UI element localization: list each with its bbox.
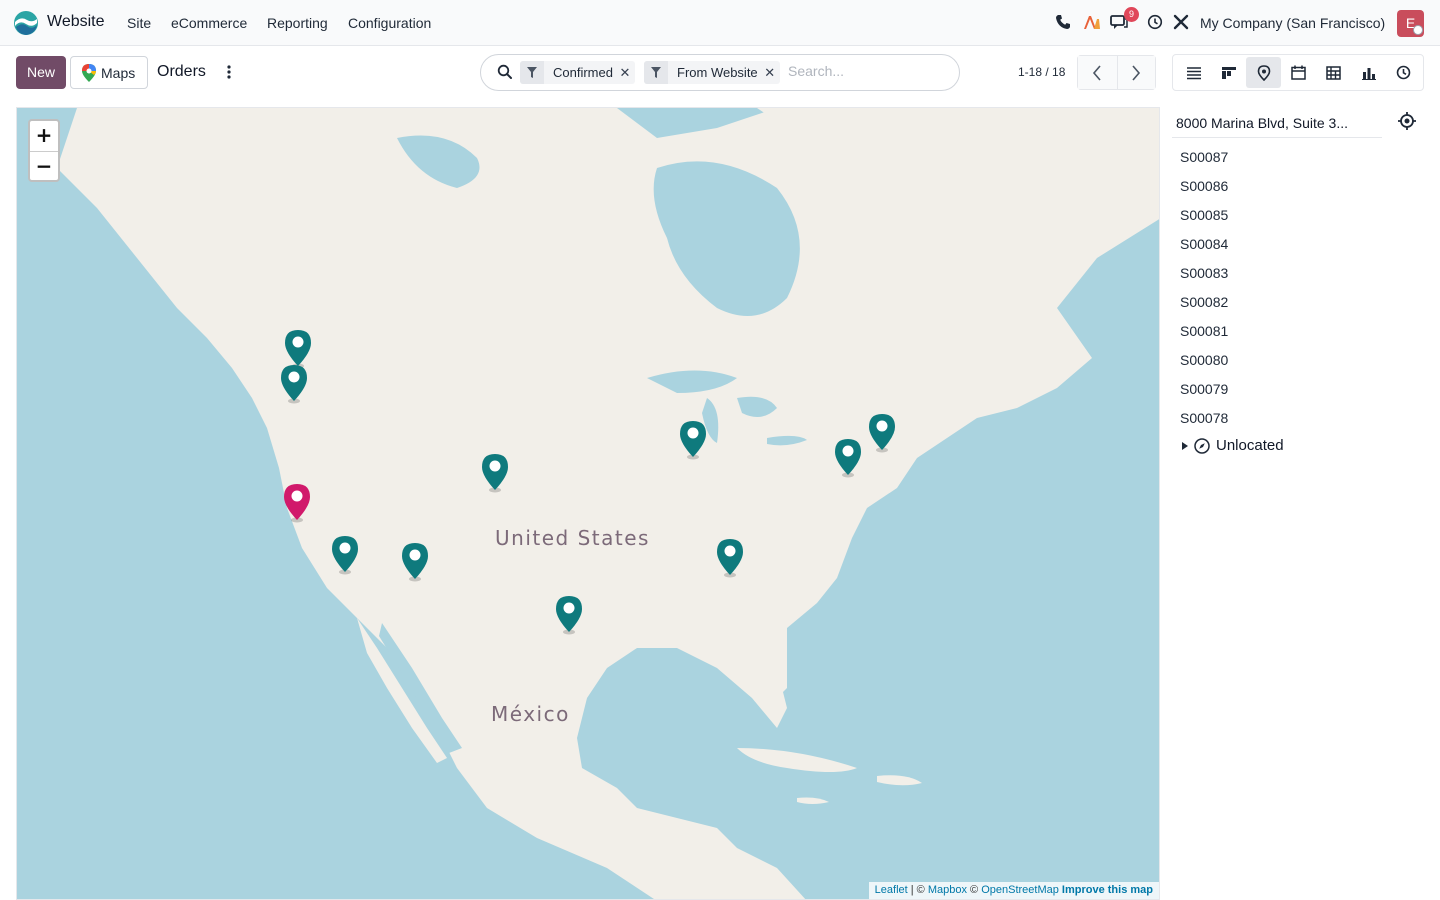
map-marker[interactable] bbox=[868, 413, 896, 453]
map-marker-selected[interactable] bbox=[283, 483, 311, 523]
company-switcher[interactable]: My Company (San Francisco) bbox=[1200, 15, 1385, 31]
pager-buttons bbox=[1077, 55, 1156, 90]
pager-value[interactable]: 1-18 / 18 bbox=[1018, 65, 1065, 79]
menu-site[interactable]: Site bbox=[127, 15, 151, 31]
facet-label: Confirmed bbox=[553, 65, 613, 80]
record-item[interactable]: S00086 bbox=[1180, 178, 1228, 194]
record-item[interactable]: S00085 bbox=[1180, 207, 1228, 223]
filter-icon bbox=[644, 61, 668, 84]
map-marker[interactable] bbox=[401, 542, 429, 582]
address-header: 8000 Marina Blvd, Suite 3... bbox=[1176, 115, 1348, 131]
top-navbar: Website Site eCommerce Reporting Configu… bbox=[0, 0, 1440, 46]
calendar-icon bbox=[1291, 65, 1306, 80]
maps-button-label: Maps bbox=[101, 64, 136, 81]
tools-icon[interactable] bbox=[1171, 12, 1191, 32]
map-basemap bbox=[17, 108, 1159, 899]
mapbox-link[interactable]: Mapbox bbox=[928, 884, 967, 896]
map-record-sidebar: 8000 Marina Blvd, Suite 3... S00087 S000… bbox=[1160, 107, 1440, 900]
view-activity-button[interactable] bbox=[1386, 57, 1421, 88]
unlocated-label: Unlocated bbox=[1216, 437, 1284, 454]
attribution-separator: | © bbox=[907, 884, 928, 896]
locate-target-icon[interactable] bbox=[1397, 111, 1417, 131]
view-calendar-button[interactable] bbox=[1281, 57, 1316, 88]
caret-right-icon bbox=[1182, 441, 1188, 450]
map-attribution: Leaflet | © Mapbox © OpenStreetMap Impro… bbox=[868, 882, 1159, 899]
map-marker[interactable] bbox=[679, 420, 707, 460]
map-label-mexico: México bbox=[491, 702, 570, 726]
map-label-united-states: United States bbox=[495, 526, 650, 550]
map-canvas[interactable]: + − United States México Leaflet | © Map… bbox=[16, 107, 1160, 900]
map-marker[interactable] bbox=[834, 438, 862, 478]
unlocated-toggle[interactable]: Unlocated bbox=[1182, 437, 1284, 454]
website-app-icon[interactable] bbox=[13, 10, 39, 36]
new-button[interactable]: New bbox=[16, 56, 66, 89]
pivot-table-icon bbox=[1326, 65, 1341, 80]
chevron-left-icon bbox=[1093, 64, 1101, 81]
kebab-menu-icon[interactable] bbox=[222, 62, 236, 82]
search-input[interactable] bbox=[788, 63, 948, 79]
record-item[interactable]: S00078 bbox=[1180, 410, 1228, 426]
record-item[interactable]: S00084 bbox=[1180, 236, 1228, 252]
clock-icon[interactable] bbox=[1145, 12, 1165, 32]
improve-map-link[interactable]: Improve this map bbox=[1062, 884, 1153, 896]
pager-next-button[interactable] bbox=[1116, 56, 1155, 89]
maps-button[interactable]: Maps bbox=[70, 56, 148, 89]
phone-icon[interactable] bbox=[1053, 12, 1073, 32]
record-item[interactable]: S00080 bbox=[1180, 352, 1228, 368]
activity-clock-icon bbox=[1396, 65, 1411, 80]
attribution-separator: © bbox=[966, 884, 982, 896]
zoom-out-button[interactable]: − bbox=[30, 150, 58, 181]
menu-reporting[interactable]: Reporting bbox=[267, 15, 328, 31]
map-pin-icon bbox=[1257, 64, 1270, 81]
ai-assistant-icon[interactable] bbox=[1082, 12, 1102, 32]
facet-from-website: From Website ✕ bbox=[644, 61, 780, 84]
view-kanban-button[interactable] bbox=[1211, 57, 1246, 88]
facet-label: From Website bbox=[677, 65, 758, 80]
compass-icon bbox=[1194, 437, 1210, 454]
filter-icon bbox=[520, 61, 544, 84]
map-marker[interactable] bbox=[716, 538, 744, 578]
google-maps-icon bbox=[82, 63, 96, 82]
record-item[interactable]: S00081 bbox=[1180, 323, 1228, 339]
app-name[interactable]: Website bbox=[47, 13, 105, 31]
bar-chart-icon bbox=[1361, 67, 1376, 80]
view-graph-button[interactable] bbox=[1351, 57, 1386, 88]
record-item[interactable]: S00087 bbox=[1180, 149, 1228, 165]
menu-configuration[interactable]: Configuration bbox=[348, 15, 431, 31]
search-icon[interactable] bbox=[496, 63, 514, 81]
record-item[interactable]: S00082 bbox=[1180, 294, 1228, 310]
chevron-right-icon bbox=[1132, 64, 1141, 81]
menu-ecommerce[interactable]: eCommerce bbox=[171, 15, 247, 31]
map-marker[interactable] bbox=[481, 453, 509, 493]
map-marker[interactable] bbox=[284, 329, 312, 369]
facet-confirmed: Confirmed ✕ bbox=[520, 61, 635, 84]
zoom-controls: + − bbox=[28, 119, 60, 182]
remove-facet-icon[interactable]: ✕ bbox=[764, 65, 780, 81]
page-title: Orders bbox=[157, 63, 206, 80]
notification-badge: 9 bbox=[1124, 7, 1139, 22]
record-item[interactable]: S00079 bbox=[1180, 381, 1228, 397]
map-marker[interactable] bbox=[555, 595, 583, 635]
openstreetmap-link[interactable]: OpenStreetMap bbox=[981, 884, 1059, 896]
map-marker[interactable] bbox=[280, 364, 308, 404]
view-pivot-button[interactable] bbox=[1316, 57, 1351, 88]
kanban-icon bbox=[1221, 66, 1236, 79]
zoom-in-button[interactable]: + bbox=[30, 121, 58, 151]
divider bbox=[1172, 137, 1382, 138]
record-item[interactable]: S00083 bbox=[1180, 265, 1228, 281]
map-marker[interactable] bbox=[331, 535, 359, 575]
view-map-button[interactable] bbox=[1246, 57, 1281, 88]
remove-facet-icon[interactable]: ✕ bbox=[619, 65, 635, 81]
view-list-button[interactable] bbox=[1176, 57, 1211, 88]
status-indicator bbox=[1413, 25, 1423, 35]
view-switcher bbox=[1172, 54, 1424, 91]
list-icon bbox=[1186, 66, 1201, 79]
leaflet-link[interactable]: Leaflet bbox=[875, 884, 908, 896]
pager-previous-button[interactable] bbox=[1078, 56, 1117, 89]
